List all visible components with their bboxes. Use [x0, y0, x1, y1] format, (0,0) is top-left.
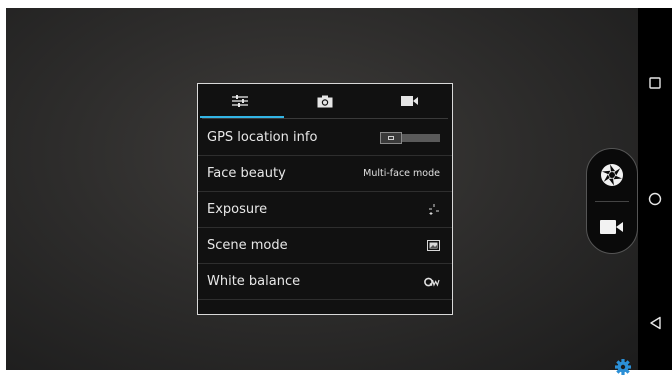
video-camera-icon: [400, 96, 418, 106]
home-button[interactable]: [638, 184, 672, 214]
back-button[interactable]: [638, 308, 672, 338]
settings-list: GPS location info Face beauty Multi-face…: [198, 120, 452, 300]
recent-apps-icon: [649, 77, 661, 89]
setting-face-beauty[interactable]: Face beauty Multi-face mode: [198, 156, 452, 192]
settings-tabs: [198, 84, 452, 118]
setting-value: Multi-face mode: [363, 168, 440, 179]
capture-controls: [586, 148, 638, 254]
photo-shutter-button[interactable]: [587, 149, 637, 201]
video-camera-icon: [600, 220, 623, 234]
tab-divider: [202, 118, 448, 119]
scene-mode-icon: [427, 240, 440, 251]
system-nav-bar: [638, 8, 672, 370]
setting-label: Face beauty: [207, 166, 286, 181]
recent-apps-button[interactable]: [638, 68, 672, 98]
setting-label: White balance: [207, 274, 301, 289]
setting-exposure[interactable]: Exposure: [198, 192, 452, 228]
exposure-icon: [429, 203, 439, 215]
camera-icon: [317, 95, 333, 107]
camera-settings-panel: GPS location info Face beauty Multi-face…: [197, 83, 453, 315]
setting-label: GPS location info: [207, 130, 318, 145]
toggle-off-indicator: [388, 135, 394, 140]
setting-scene-mode[interactable]: Scene mode: [198, 228, 452, 264]
settings-sliders-icon: [232, 95, 249, 107]
tab-general-settings[interactable]: [198, 84, 283, 118]
setting-gps-location-info[interactable]: GPS location info: [198, 120, 452, 156]
toggle-thumb[interactable]: [380, 131, 402, 144]
setting-label: Exposure: [207, 202, 268, 217]
aperture-icon: [601, 164, 623, 186]
setting-white-balance[interactable]: White balance: [198, 264, 452, 300]
setting-label: Scene mode: [207, 238, 288, 253]
gps-toggle[interactable]: [380, 131, 440, 144]
white-balance-auto-icon: [424, 277, 440, 287]
gear-icon: [615, 359, 631, 375]
home-icon: [648, 192, 662, 206]
tab-video-settings[interactable]: [367, 84, 452, 118]
back-icon: [649, 316, 661, 330]
settings-gear-button[interactable]: [614, 358, 632, 376]
video-record-button[interactable]: [587, 201, 637, 253]
tab-photo-settings[interactable]: [283, 84, 368, 118]
